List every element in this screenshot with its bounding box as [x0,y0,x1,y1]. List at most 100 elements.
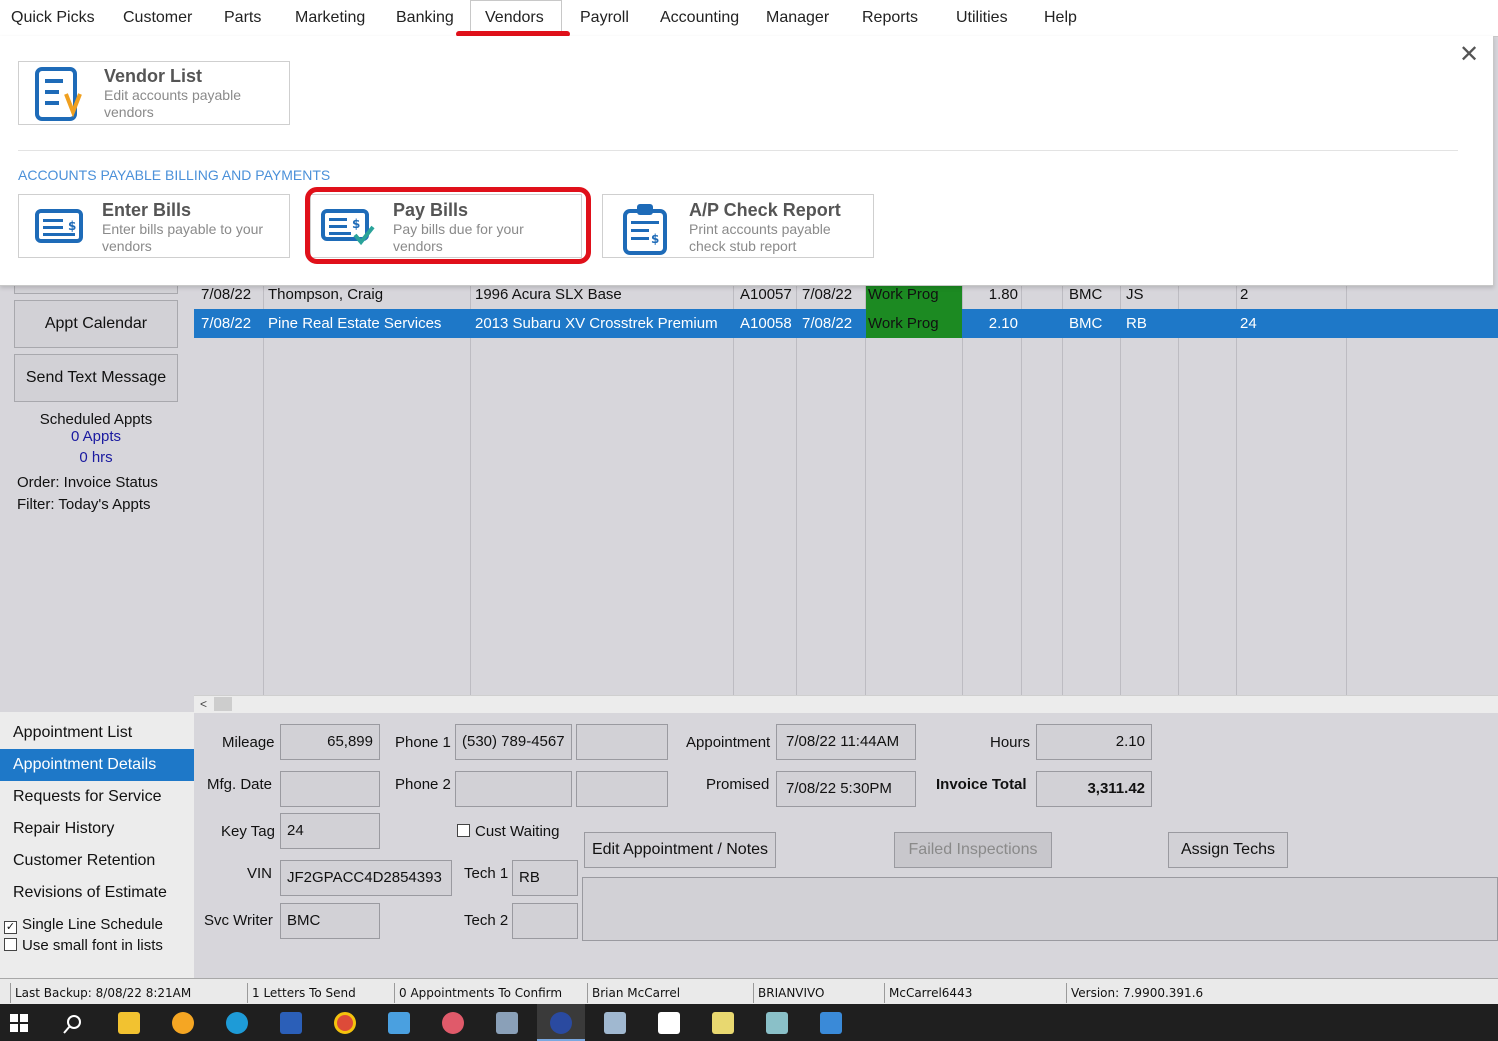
appointment-label: Appointment [686,734,771,751]
phone2-ext-field[interactable] [576,771,668,807]
calculator-icon[interactable] [496,1012,518,1034]
svc-writer-label: Svc Writer [204,912,273,929]
weather-icon[interactable] [172,1012,194,1034]
failed-inspections-button[interactable]: Failed Inspections [894,832,1052,868]
chrome-icon[interactable] [334,1012,356,1034]
enter-bills-card[interactable]: $ Enter Bills Enter bills payable to you… [18,194,290,258]
menu-accounting[interactable]: Accounting [660,0,739,36]
menu-marketing[interactable]: Marketing [295,0,365,36]
notes-app-icon[interactable] [766,1012,788,1034]
filter-label: Filter: Today's Appts [17,496,151,513]
checkbox-empty-icon [4,938,17,951]
menu-manager[interactable]: Manager [766,0,829,36]
nav-requests-for-service[interactable]: Requests for Service [0,781,194,813]
appt-calendar-button[interactable]: Appt Calendar [14,300,178,348]
windows-start-icon[interactable] [10,1014,28,1032]
bill-icon: $ [35,209,83,243]
small-font-checkbox[interactable]: Use small font in lists [4,937,163,954]
row-status-badge: Work Prog [866,309,962,338]
single-line-schedule-checkbox[interactable]: ✓ Single Line Schedule [4,916,163,934]
nav-repair-history[interactable]: Repair History [0,813,194,845]
shop-app-icon[interactable] [550,1012,572,1034]
enter-bills-desc: Enter bills payable to your vendors [102,221,264,254]
menu-utilities[interactable]: Utilities [956,0,1008,36]
file-explorer-icon[interactable] [118,1012,140,1034]
pen-app-icon[interactable] [712,1012,734,1034]
hours-field[interactable]: 2.10 [1036,724,1152,760]
row-invoice: A10058 [740,315,792,332]
close-icon[interactable]: ✕ [1458,43,1480,67]
vendor-list-icon [35,67,82,121]
ap-check-report-desc: Print accounts payable check stub report [689,221,831,254]
vendor-list-desc: Edit accounts payable vendors [104,87,241,120]
row-number: 24 [1240,315,1257,332]
key-tag-field[interactable]: 24 [280,813,380,849]
appointment-field[interactable]: 7/08/22 11:44AM [776,724,916,760]
phone2-label: Phone 2 [395,776,451,793]
edge-icon[interactable] [226,1012,248,1034]
mileage-field[interactable]: 65,899 [280,724,380,760]
row-hours: 2.10 [988,315,1018,332]
ap-check-report-card[interactable]: $ A/P Check Report Print accounts payabl… [602,194,874,258]
vendor-list-card[interactable]: Vendor List Edit accounts payable vendor… [18,61,290,125]
nav-appointment-details[interactable]: Appointment Details [0,749,194,781]
vendors-menu-panel: ✕ Vendor List Edit accounts payable vend… [0,36,1494,286]
menu-quick-picks[interactable]: Quick Picks [11,0,95,36]
enter-bills-title: Enter Bills [102,200,192,220]
phone1-field[interactable]: (530) 789-4567 [455,724,572,760]
horizontal-scrollbar[interactable]: < [194,695,1498,713]
scrollbar-thumb[interactable] [214,697,232,711]
paint-icon[interactable] [442,1012,464,1034]
status-user: Brian McCarrel [587,983,747,1003]
appointment-notes-area[interactable] [582,877,1498,941]
mfg-date-field[interactable] [280,771,380,807]
assign-techs-button[interactable]: Assign Techs [1168,832,1288,868]
row-customer: Pine Real Estate Services [268,315,442,332]
hidden-sidebar-button[interactable] [14,286,178,294]
status-version: Version: 7.9900.391.6 [1066,983,1244,1003]
mileage-label: Mileage [222,734,275,751]
row-date2: 7/08/22 [802,315,853,332]
vin-field[interactable]: JF2GPACC4D2854393 [280,860,452,896]
scroll-left-arrow-icon[interactable]: < [200,696,207,712]
box-3d-icon[interactable] [604,1012,626,1034]
mfg-date-label: Mfg. Date [207,776,273,793]
contact-card-icon[interactable] [388,1012,410,1034]
svc-writer-field[interactable]: BMC [280,903,380,939]
appts-count: 0 Appts [70,428,122,445]
status-last-backup: Last Backup: 8/08/22 8:21AM [10,983,240,1003]
phone2-field[interactable] [455,771,572,807]
word-icon[interactable] [280,1012,302,1034]
phone1-label: Phone 1 [395,734,451,751]
vin-label: VIN [247,865,273,882]
main-menu-bar: Quick Picks Customer Parts Marketing Ban… [0,0,1498,37]
order-label: Order: Invoice Status [17,474,158,491]
status-account: McCarrel6443 [884,983,1059,1003]
cust-waiting-checkbox[interactable]: Cust Waiting [457,823,559,840]
nav-customer-retention[interactable]: Customer Retention [0,845,194,877]
menu-payroll[interactable]: Payroll [580,0,629,36]
menu-reports[interactable]: Reports [862,0,918,36]
send-text-message-button[interactable]: Send Text Message [14,354,178,402]
row-tech: RB [1126,315,1147,332]
edit-appointment-notes-button[interactable]: Edit Appointment / Notes [584,832,776,868]
nav-revisions-of-estimate[interactable]: Revisions of Estimate [0,877,194,909]
promised-field[interactable]: 7/08/22 5:30PM [776,771,916,807]
row-date: 7/08/22 [201,315,252,332]
table-row-selected[interactable]: 7/08/22 Pine Real Estate Services 2013 S… [194,309,1498,338]
menu-customer[interactable]: Customer [123,0,192,36]
appts-hours: 0 hrs [79,449,113,466]
checkbox-empty-icon [457,824,470,837]
checkmark-icon: ✓ [4,921,17,934]
tech1-field[interactable]: RB [512,860,578,896]
menu-help[interactable]: Help [1044,0,1077,36]
menu-parts[interactable]: Parts [224,0,261,36]
search-icon[interactable] [62,1013,84,1035]
menu-banking[interactable]: Banking [396,0,454,36]
tech2-field[interactable] [512,903,578,939]
infinity-app-icon[interactable] [658,1012,680,1034]
row-writer: BMC [1069,315,1103,332]
phone1-ext-field[interactable] [576,724,668,760]
nav-appointment-list[interactable]: Appointment List [0,717,194,749]
photos-icon[interactable] [820,1012,842,1034]
